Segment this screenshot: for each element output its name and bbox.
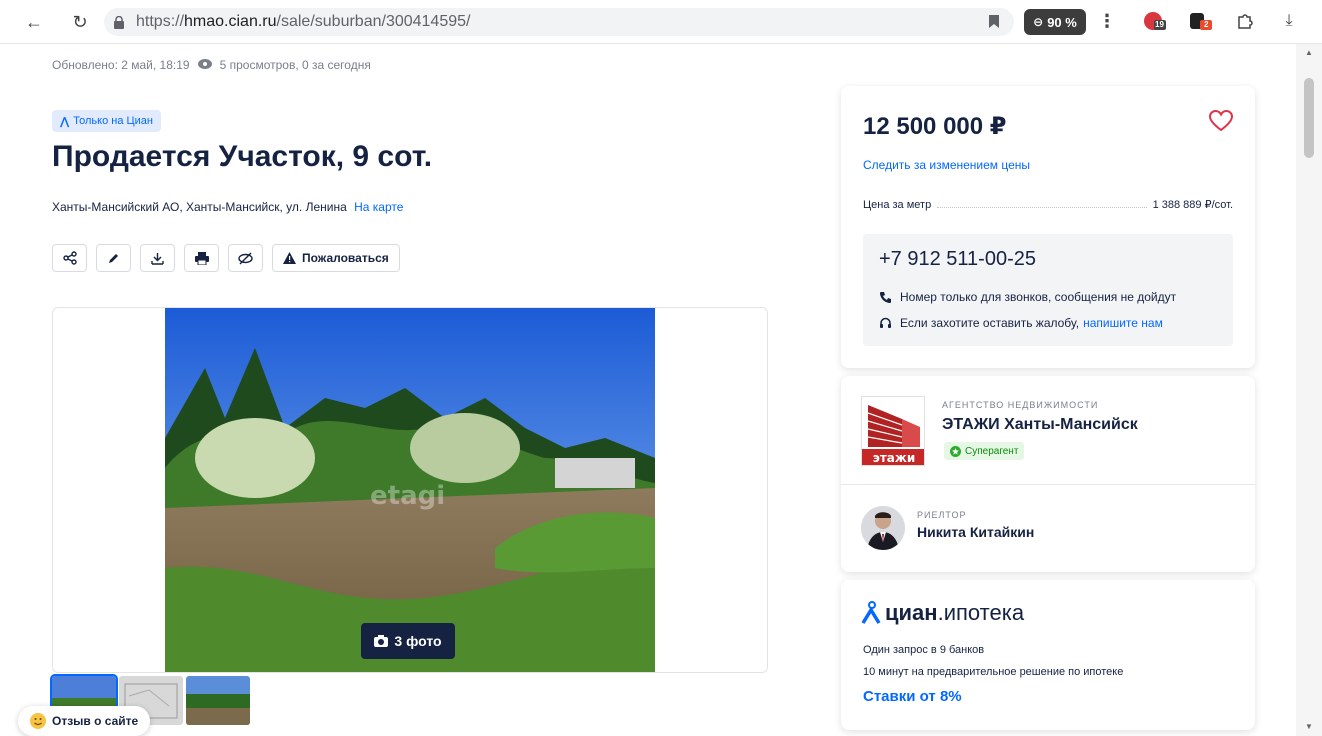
divider	[841, 484, 1255, 485]
smiley-icon	[30, 713, 46, 729]
reload-icon[interactable]: ↻	[66, 8, 94, 36]
complaint-note: Если захотите оставить жалобу, напишите …	[879, 316, 1163, 330]
logo-light: .ипотека	[937, 600, 1025, 625]
mortgage-line-2: 10 минут на предварительное решение по и…	[863, 666, 1124, 678]
zoom-level: 90 %	[1047, 14, 1077, 30]
cian-mark-icon: ⋀	[60, 115, 70, 128]
lock-icon	[114, 15, 124, 29]
feedback-label: Отзыв о сайте	[52, 714, 139, 728]
price-per-unit-label: Цена за метр	[863, 199, 932, 211]
hide-button[interactable]	[228, 244, 263, 272]
phone-box: +7 912 511-00-25 Номер только для звонко…	[863, 234, 1233, 346]
bookmark-icon[interactable]	[988, 14, 1000, 34]
badge-label: Только на Циан	[73, 115, 153, 127]
agency-name[interactable]: ЭТАЖИ Ханты-Мансийск	[942, 416, 1138, 434]
download-icon	[151, 252, 164, 265]
watermark-text: etagi	[370, 481, 445, 511]
main-photo[interactable]: etagi 3 фото	[165, 308, 655, 672]
logo-bold: циан	[885, 600, 938, 625]
download-icon[interactable]: ⤓	[1278, 10, 1300, 32]
address-line: Ханты-Мансийский АО, Ханты-Мансийск, ул.…	[52, 200, 403, 214]
hide-eye-icon	[238, 252, 253, 264]
extensions-puzzle-icon[interactable]	[1234, 10, 1256, 32]
mortgage-line-1: Один запрос в 9 банков	[863, 644, 985, 656]
share-button[interactable]	[52, 244, 87, 272]
agency-label: АГЕНТСТВО НЕДВИЖИМОСТИ	[942, 400, 1099, 410]
listing-toolbar: Пожаловаться	[52, 244, 400, 272]
scroll-up-icon[interactable]: ▲	[1305, 48, 1313, 57]
address-bar[interactable]: https://hmao.cian.ru/sale/suburban/30041…	[104, 8, 1014, 36]
realtor-label: РИЕЛТОР	[917, 510, 967, 520]
back-arrow-icon[interactable]: ←	[20, 8, 48, 36]
download-button[interactable]	[140, 244, 175, 272]
page-content: Обновлено: 2 май, 18:19 5 просмотров, 0 …	[0, 44, 1296, 736]
extension-1-badge: 19	[1155, 20, 1164, 29]
zoom-icon: ⊖	[1033, 15, 1044, 29]
on-map-link[interactable]: На карте	[354, 200, 403, 214]
phone-number[interactable]: +7 912 511-00-25	[879, 248, 1036, 271]
dotted-leader	[937, 200, 1147, 208]
price: 12 500 000 ₽	[863, 113, 1007, 140]
price-card: 12 500 000 ₽ Следить за изменением цены …	[841, 86, 1255, 368]
rates-link[interactable]: Ставки от 8%	[863, 688, 962, 705]
agency-logo[interactable]: этажи	[861, 396, 925, 466]
superagent-badge: Суперагент	[944, 442, 1025, 460]
warning-icon	[283, 252, 296, 264]
photo-count-label: 3 фото	[394, 633, 442, 649]
address-text: Ханты-Мансийский АО, Ханты-Мансийск, ул.…	[52, 200, 347, 214]
headset-icon	[880, 317, 891, 328]
superagent-label: Суперагент	[965, 445, 1019, 457]
cian-mortgage-logo: циан .ипотека	[861, 600, 1024, 626]
agent-card: этажи АГЕНТСТВО НЕДВИЖИМОСТИ ЭТАЖИ Ханты…	[841, 376, 1255, 572]
complaint-text: Если захотите оставить жалобу,	[900, 316, 1080, 330]
mortgage-card[interactable]: циан .ипотека Один запрос в 9 банков 10 м…	[841, 580, 1255, 730]
photo-count-button[interactable]: 3 фото	[361, 623, 455, 659]
agency-logo-text: этажи	[873, 451, 916, 465]
calls-only-text: Номер только для звонков, сообщения не д…	[900, 290, 1177, 304]
page-scrollbar[interactable]: ▲ ▼	[1296, 44, 1322, 736]
extension-2-icon[interactable]: 2	[1190, 10, 1212, 32]
favorite-heart-icon[interactable]	[1208, 109, 1234, 134]
url-prefix: https://	[136, 13, 185, 30]
thumbnail-3[interactable]	[186, 676, 250, 725]
eye-icon	[197, 58, 212, 72]
print-button[interactable]	[184, 244, 219, 272]
phone-icon	[880, 291, 891, 303]
url-host: hmao.cian.ru	[184, 13, 277, 30]
views-text: 5 просмотров, 0 за сегодня	[219, 58, 371, 72]
browser-toolbar: ← ↻ https://hmao.cian.ru/sale/suburban/3…	[0, 0, 1322, 44]
updated-text: Обновлено: 2 май, 18:19	[52, 58, 190, 72]
price-per-unit-row: Цена за метр 1 388 889 ₽/сот.	[863, 198, 1233, 211]
realtor-avatar[interactable]	[861, 506, 905, 550]
land-plot-photo: etagi	[165, 308, 655, 672]
price-per-unit-value: 1 388 889 ₽/сот.	[1152, 199, 1233, 211]
photo-gallery[interactable]: etagi 3 фото	[52, 307, 768, 673]
camera-icon	[374, 635, 389, 647]
complain-label: Пожаловаться	[302, 251, 389, 265]
page-title: Продается Участок, 9 сот.	[52, 140, 433, 173]
extension-1-icon[interactable]: 19	[1144, 10, 1166, 32]
printer-icon	[194, 251, 209, 265]
share-icon	[62, 251, 77, 265]
cian-logo-icon	[861, 601, 881, 624]
extension-2-badge: 2	[1204, 20, 1209, 29]
realtor-name[interactable]: Никита Китайкин	[917, 524, 1034, 540]
zoom-indicator[interactable]: ⊖ 90 %	[1024, 9, 1086, 35]
site-feedback-button[interactable]: Отзыв о сайте	[18, 706, 151, 736]
complain-button[interactable]: Пожаловаться	[272, 244, 400, 272]
url-path: /sale/suburban/300414595/	[276, 13, 471, 30]
write-us-link[interactable]: напишите нам	[1083, 316, 1163, 330]
follow-price-link[interactable]: Следить за изменением цены	[863, 158, 1030, 172]
note-button[interactable]	[96, 244, 131, 272]
pencil-icon	[109, 253, 118, 263]
only-on-cian-badge: ⋀ Только на Циан	[52, 110, 161, 132]
star-badge-icon	[950, 445, 961, 457]
scroll-thumb[interactable]	[1304, 78, 1314, 158]
calls-only-note: Номер только для звонков, сообщения не д…	[879, 290, 1176, 304]
more-menu-icon[interactable]: ⋮	[1096, 10, 1118, 32]
scroll-down-icon[interactable]: ▼	[1305, 722, 1313, 731]
listing-meta: Обновлено: 2 май, 18:19 5 просмотров, 0 …	[52, 58, 371, 72]
